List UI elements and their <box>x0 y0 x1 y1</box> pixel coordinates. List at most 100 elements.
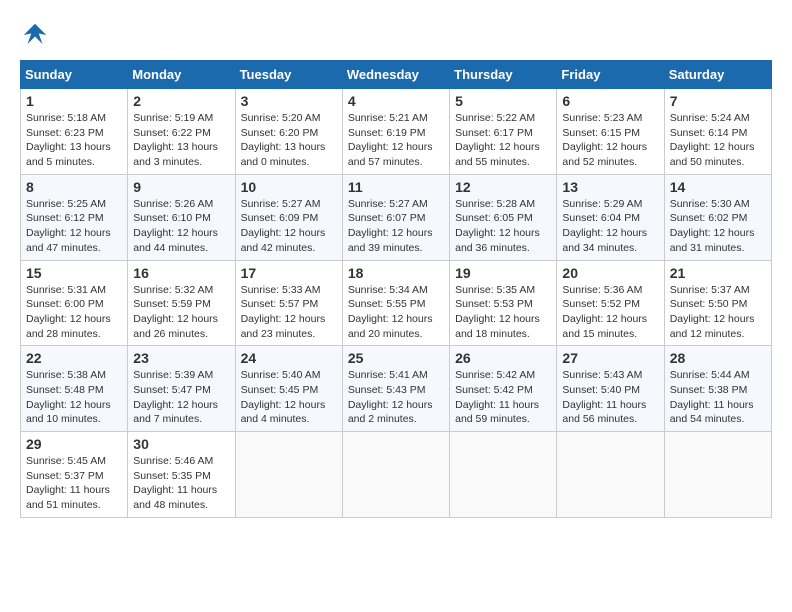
day-info: Sunrise: 5:37 AM Sunset: 5:50 PM Dayligh… <box>670 283 766 342</box>
day-header-saturday: Saturday <box>664 61 771 89</box>
day-header-monday: Monday <box>128 61 235 89</box>
calendar-table: SundayMondayTuesdayWednesdayThursdayFrid… <box>20 60 772 518</box>
calendar-cell: 27Sunrise: 5:43 AM Sunset: 5:40 PM Dayli… <box>557 346 664 432</box>
calendar-cell: 11 Sunrise: 5:27 AM Sunset: 6:07 PM Dayli… <box>342 174 449 260</box>
day-number: 25 <box>348 350 444 366</box>
day-info: Sunrise: 5:25 AM Sunset: 6:12 PM Dayligh… <box>26 197 122 256</box>
day-info: Sunrise: 5:28 AM Sunset: 6:05 PM Dayligh… <box>455 197 551 256</box>
day-number: 3 <box>241 93 337 109</box>
day-number: 10 <box>241 179 337 195</box>
calendar-week-1: 1 Sunrise: 5:18 AM Sunset: 6:23 PM Daylig… <box>21 89 772 175</box>
day-info: Sunrise: 5:20 AM Sunset: 6:20 PM Dayligh… <box>241 111 337 170</box>
calendar-cell: 30 Sunrise: 5:46 AM Sunset: 5:35 PM Dayli… <box>128 432 235 518</box>
calendar-week-3: 15 Sunrise: 5:31 AM Sunset: 6:00 PM Dayli… <box>21 260 772 346</box>
day-info: Sunrise: 5:27 AM Sunset: 6:07 PM Dayligh… <box>348 197 444 256</box>
calendar-cell: 23 Sunrise: 5:39 AM Sunset: 5:47 PM Dayli… <box>128 346 235 432</box>
day-info: Sunrise: 5:36 AM Sunset: 5:52 PM Dayligh… <box>562 283 658 342</box>
day-info: Sunrise: 5:22 AM Sunset: 6:17 PM Dayligh… <box>455 111 551 170</box>
logo <box>20 20 54 50</box>
day-info: Sunrise: 5:34 AM Sunset: 5:55 PM Dayligh… <box>348 283 444 342</box>
day-number: 16 <box>133 265 229 281</box>
day-info: Sunrise: 5:30 AM Sunset: 6:02 PM Dayligh… <box>670 197 766 256</box>
day-number: 6 <box>562 93 658 109</box>
day-number: 20 <box>562 265 658 281</box>
day-info: Sunrise: 5:21 AM Sunset: 6:19 PM Dayligh… <box>348 111 444 170</box>
calendar-cell <box>450 432 557 518</box>
day-info: Sunrise: 5:41 AM Sunset: 5:43 PM Dayligh… <box>348 368 444 427</box>
day-info: Sunrise: 5:27 AM Sunset: 6:09 PM Dayligh… <box>241 197 337 256</box>
day-info: Sunrise: 5:18 AM Sunset: 6:23 PM Dayligh… <box>26 111 122 170</box>
calendar-cell <box>235 432 342 518</box>
day-number: 26 <box>455 350 551 366</box>
day-header-wednesday: Wednesday <box>342 61 449 89</box>
day-number: 1 <box>26 93 122 109</box>
page-header <box>20 20 772 50</box>
day-info: Sunrise: 5:19 AM Sunset: 6:22 PM Dayligh… <box>133 111 229 170</box>
calendar-week-4: 22Sunrise: 5:38 AM Sunset: 5:48 PM Dayli… <box>21 346 772 432</box>
day-info: Sunrise: 5:35 AM Sunset: 5:53 PM Dayligh… <box>455 283 551 342</box>
day-number: 18 <box>348 265 444 281</box>
calendar-cell: 24 Sunrise: 5:40 AM Sunset: 5:45 PM Dayli… <box>235 346 342 432</box>
day-number: 23 <box>133 350 229 366</box>
day-info: Sunrise: 5:42 AM Sunset: 5:42 PM Dayligh… <box>455 368 551 427</box>
calendar-cell: 26 Sunrise: 5:42 AM Sunset: 5:42 PM Dayli… <box>450 346 557 432</box>
calendar-cell: 17 Sunrise: 5:33 AM Sunset: 5:57 PM Dayli… <box>235 260 342 346</box>
calendar-cell: 6Sunrise: 5:23 AM Sunset: 6:15 PM Daylig… <box>557 89 664 175</box>
day-info: Sunrise: 5:44 AM Sunset: 5:38 PM Dayligh… <box>670 368 766 427</box>
calendar-cell: 3 Sunrise: 5:20 AM Sunset: 6:20 PM Daylig… <box>235 89 342 175</box>
day-info: Sunrise: 5:39 AM Sunset: 5:47 PM Dayligh… <box>133 368 229 427</box>
calendar-cell: 18 Sunrise: 5:34 AM Sunset: 5:55 PM Dayli… <box>342 260 449 346</box>
calendar-cell <box>664 432 771 518</box>
calendar-header-row: SundayMondayTuesdayWednesdayThursdayFrid… <box>21 61 772 89</box>
calendar-cell: 8 Sunrise: 5:25 AM Sunset: 6:12 PM Daylig… <box>21 174 128 260</box>
day-info: Sunrise: 5:38 AM Sunset: 5:48 PM Dayligh… <box>26 368 122 427</box>
calendar-cell: 2 Sunrise: 5:19 AM Sunset: 6:22 PM Daylig… <box>128 89 235 175</box>
day-info: Sunrise: 5:46 AM Sunset: 5:35 PM Dayligh… <box>133 454 229 513</box>
day-number: 11 <box>348 179 444 195</box>
calendar-cell: 20 Sunrise: 5:36 AM Sunset: 5:52 PM Dayli… <box>557 260 664 346</box>
day-info: Sunrise: 5:33 AM Sunset: 5:57 PM Dayligh… <box>241 283 337 342</box>
day-info: Sunrise: 5:43 AM Sunset: 5:40 PM Dayligh… <box>562 368 658 427</box>
calendar-cell: 9 Sunrise: 5:26 AM Sunset: 6:10 PM Daylig… <box>128 174 235 260</box>
day-number: 30 <box>133 436 229 452</box>
calendar-week-2: 8 Sunrise: 5:25 AM Sunset: 6:12 PM Daylig… <box>21 174 772 260</box>
calendar-cell: 22Sunrise: 5:38 AM Sunset: 5:48 PM Dayli… <box>21 346 128 432</box>
calendar-cell: 25 Sunrise: 5:41 AM Sunset: 5:43 PM Dayli… <box>342 346 449 432</box>
day-number: 4 <box>348 93 444 109</box>
day-number: 8 <box>26 179 122 195</box>
day-number: 14 <box>670 179 766 195</box>
day-number: 19 <box>455 265 551 281</box>
logo-icon <box>20 20 50 50</box>
calendar-cell: 12Sunrise: 5:28 AM Sunset: 6:05 PM Dayli… <box>450 174 557 260</box>
day-number: 24 <box>241 350 337 366</box>
calendar-cell: 19 Sunrise: 5:35 AM Sunset: 5:53 PM Dayli… <box>450 260 557 346</box>
day-number: 7 <box>670 93 766 109</box>
calendar-cell: 13 Sunrise: 5:29 AM Sunset: 6:04 PM Dayli… <box>557 174 664 260</box>
calendar-cell: 4 Sunrise: 5:21 AM Sunset: 6:19 PM Daylig… <box>342 89 449 175</box>
day-info: Sunrise: 5:31 AM Sunset: 6:00 PM Dayligh… <box>26 283 122 342</box>
calendar-cell: 21 Sunrise: 5:37 AM Sunset: 5:50 PM Dayli… <box>664 260 771 346</box>
day-info: Sunrise: 5:29 AM Sunset: 6:04 PM Dayligh… <box>562 197 658 256</box>
day-number: 21 <box>670 265 766 281</box>
calendar-cell: 5 Sunrise: 5:22 AM Sunset: 6:17 PM Daylig… <box>450 89 557 175</box>
calendar-cell: 28 Sunrise: 5:44 AM Sunset: 5:38 PM Dayli… <box>664 346 771 432</box>
day-number: 5 <box>455 93 551 109</box>
day-header-thursday: Thursday <box>450 61 557 89</box>
calendar-cell: 16Sunrise: 5:32 AM Sunset: 5:59 PM Dayli… <box>128 260 235 346</box>
day-number: 15 <box>26 265 122 281</box>
day-header-tuesday: Tuesday <box>235 61 342 89</box>
day-number: 9 <box>133 179 229 195</box>
calendar-cell: 15 Sunrise: 5:31 AM Sunset: 6:00 PM Dayli… <box>21 260 128 346</box>
calendar-cell <box>342 432 449 518</box>
day-number: 2 <box>133 93 229 109</box>
day-info: Sunrise: 5:45 AM Sunset: 5:37 PM Dayligh… <box>26 454 122 513</box>
day-number: 28 <box>670 350 766 366</box>
day-number: 17 <box>241 265 337 281</box>
calendar-cell <box>557 432 664 518</box>
day-info: Sunrise: 5:24 AM Sunset: 6:14 PM Dayligh… <box>670 111 766 170</box>
calendar-cell: 1 Sunrise: 5:18 AM Sunset: 6:23 PM Daylig… <box>21 89 128 175</box>
day-info: Sunrise: 5:40 AM Sunset: 5:45 PM Dayligh… <box>241 368 337 427</box>
day-number: 13 <box>562 179 658 195</box>
calendar-cell: 7 Sunrise: 5:24 AM Sunset: 6:14 PM Daylig… <box>664 89 771 175</box>
day-info: Sunrise: 5:26 AM Sunset: 6:10 PM Dayligh… <box>133 197 229 256</box>
